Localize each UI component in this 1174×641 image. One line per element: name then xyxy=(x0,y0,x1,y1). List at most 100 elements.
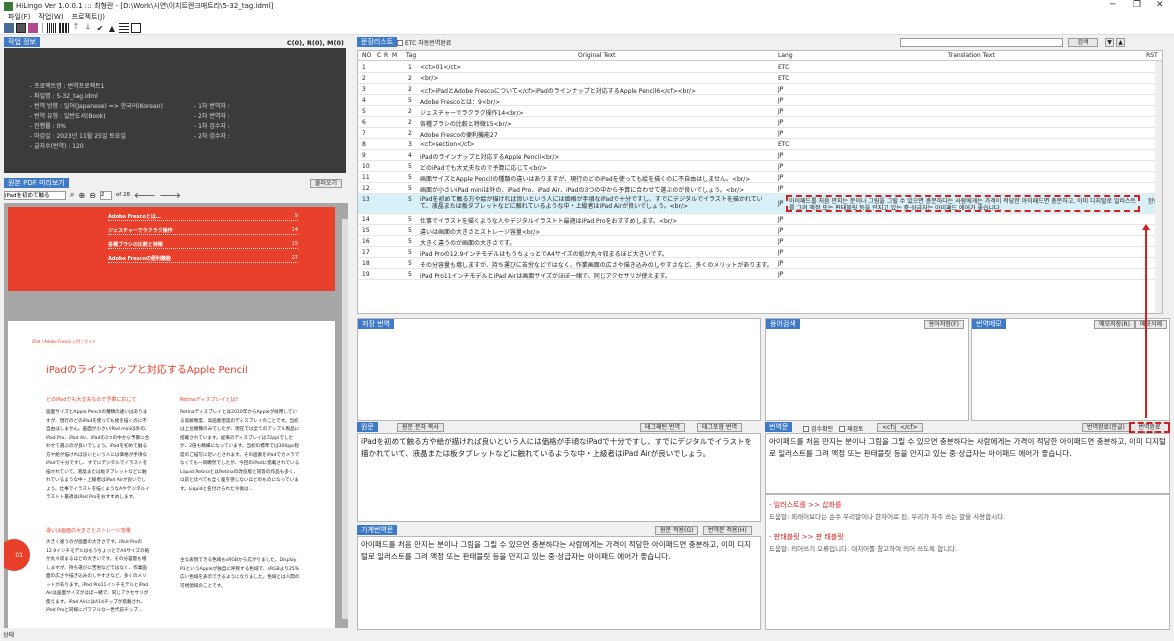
window-title: HiLingo Ver 1.0.0.1 ::: 최형란 - [D:\Work\시… xyxy=(16,2,274,10)
table-row[interactable]: 15 5 違いは画面の大きさとストレージ容量<br/> JP xyxy=(358,225,1162,236)
table-row[interactable]: 3 2 <cf>iPadとAdobe Frescoについて</cf>iPadのライン… xyxy=(358,84,1162,95)
cell-no: 4 xyxy=(362,97,366,104)
next-page-icon[interactable]: 🡒 xyxy=(159,190,180,200)
translator-2: - 2차 번역자 : xyxy=(194,113,230,120)
reviewer-2: - 2차 검수자 : xyxy=(194,133,230,140)
table-row[interactable]: 16 5 大きく違うのが画面の大きさです。 JP xyxy=(358,236,1162,247)
status-bar: 상태 xyxy=(0,631,1174,641)
mt-panel: 기계번역문 원문 적용(G) 번역문 적용(H) 아이패드를 처음 만지는 분이… xyxy=(357,525,761,630)
table-row[interactable]: 11 5 画面サイズとApple Pencilの種類の違いはありますが、現行のどのi… xyxy=(358,172,1162,183)
table-row[interactable]: 8 3 <cf>section</cf> ETC xyxy=(358,139,1162,150)
term-search-title: 용어검색 xyxy=(766,319,800,329)
pdf-search-input[interactable] xyxy=(4,190,66,200)
prev-page-icon[interactable]: 🡐 xyxy=(134,190,155,200)
tag-pattern-button[interactable]: 태그패턴 번역 xyxy=(640,423,686,432)
cell-tag: 4 xyxy=(408,152,412,159)
table-row[interactable]: 1 1 <ct>01</ct> ETC xyxy=(358,62,1162,73)
apply-source-button[interactable]: 원문 적용(G) xyxy=(655,526,699,535)
table-row[interactable]: 19 5 iPad Pro11インチモデルとiPad Airは画面サイズがほぼ一緒で… xyxy=(358,269,1162,280)
document-icon[interactable] xyxy=(131,23,141,33)
term-save-button[interactable]: 용어저장(F) xyxy=(923,320,964,329)
cell-orig: ジェスチャーでラクラク操作14<br/> xyxy=(420,110,524,117)
cell-orig: <ct>01</ct> xyxy=(420,64,462,71)
cell-lang: JP xyxy=(778,119,784,126)
barcode-icon[interactable] xyxy=(59,23,69,33)
status-counts: C(0), R(0), M(0) xyxy=(286,39,344,47)
table-row[interactable]: 17 5 iPad Proの12.9インチモデルはもうちょっとでA4サイズの紙が丸々… xyxy=(358,247,1162,258)
pdf-viewer[interactable]: Adobe Frescoとは… 9 ジェスチャーでラクラク操作 14 各種ブラシの比… xyxy=(4,203,348,628)
mt-text[interactable]: 아이패드를 처음 만지는 분이나 그림을 그릴 수 있으면 충분하다는 사람에게… xyxy=(357,536,761,630)
table-row[interactable]: 6 2 各種ブラシの比較と特徴15<br/> JP xyxy=(358,117,1162,128)
cell-orig: <br/> xyxy=(420,75,439,82)
translation-text[interactable]: 아이패드를 처음 만지는 분이나 그림을 그릴 수 있으면 충분하다는 사람에게… xyxy=(765,433,1170,494)
translator-1: - 1차 번역자 : xyxy=(194,103,230,110)
segment-search-input[interactable] xyxy=(900,38,1063,47)
pdf-right-paragraph: Retinaディスプレイとは2010年からAppleが採用している高解像度、高画… xyxy=(180,410,300,492)
pink-square-icon[interactable] xyxy=(28,23,38,33)
etc-auto-checkbox[interactable]: ETC 자동번역완료 xyxy=(397,38,451,47)
segment-list-title: 문장리스트 xyxy=(357,37,398,47)
warning-icon[interactable]: ▲ xyxy=(107,23,117,33)
pdf-page-badge: 01 xyxy=(4,539,30,571)
minimize-button[interactable]: ─ xyxy=(1110,0,1115,10)
up-arrow-icon[interactable]: ▲ xyxy=(1116,38,1125,47)
cell-no: 13 xyxy=(362,196,370,203)
cell-no: 16 xyxy=(362,238,370,245)
menu-file[interactable]: 파일(F) xyxy=(8,12,30,22)
table-row[interactable]: 10 5 どのiPadでも大丈夫なので予算に応じて<br/> JP xyxy=(358,161,1162,172)
segment-search-button[interactable]: 검색 xyxy=(1068,38,1098,47)
maximize-button[interactable]: ❐ xyxy=(1133,0,1141,10)
zoom-out-icon[interactable]: ⊖ xyxy=(89,191,96,200)
memo-delete-button[interactable]: 메모삭제 xyxy=(1134,320,1167,329)
arrow-up-icon[interactable]: 🡑 xyxy=(71,22,81,33)
table-row[interactable]: 2 2 <br/> ETC xyxy=(358,73,1162,84)
tag-include-button[interactable]: 태그포함 번역 xyxy=(697,423,743,432)
note-title: - 일러스트를 >> 삽화를 xyxy=(769,501,842,509)
menu-work[interactable]: 작업(W) xyxy=(38,12,63,22)
pdf-scrollbar[interactable] xyxy=(342,219,348,619)
arrow-down-icon[interactable]: 🡓 xyxy=(83,22,93,33)
table-row[interactable]: 9 4 iPadのラインナップと対応するApple Pencil<br/> JP xyxy=(358,150,1162,161)
cell-orig: Adobe Frescoとは：9<br/> xyxy=(420,99,501,106)
search-icon[interactable]: ⌕ xyxy=(70,190,74,200)
pdf-header-title: 원본 PDF 미리보기 xyxy=(4,178,69,188)
cell-orig: その分容量も増しますが、持ち運びに苦労などではなく、作業画面の広さや描き込みのし… xyxy=(420,262,772,269)
pdf-load-button[interactable]: 불러오기 xyxy=(309,179,342,188)
pdf-header: 원본 PDF 미리보기 불러오기 xyxy=(4,178,346,189)
memo-save-button[interactable]: 메모저장(R) xyxy=(1094,320,1135,329)
dark-square-icon[interactable] xyxy=(16,23,26,33)
table-row[interactable]: 5 2 ジェスチャーでラクラク操作14<br/> JP xyxy=(358,106,1162,117)
col-no: NO xyxy=(362,52,372,59)
cell-orig: 各種ブラシの比較と特徴15<br/> xyxy=(420,121,512,128)
source-text[interactable]: iPadを初めて触る方や絵が描ければ良いという人には価格が手頃なiPadで十分で… xyxy=(357,433,761,522)
pdf-left-subheading: どのiPadでも大丈夫なので予算に応じて xyxy=(46,397,137,403)
table-row[interactable]: 14 5 仕事でイラストを描くような人やデジタルイラストト最適はiPad Proをお… xyxy=(358,214,1162,225)
review-checkbox[interactable]: 검수확인 xyxy=(803,424,833,433)
check-icon[interactable]: ✔ xyxy=(95,23,105,33)
barcode-icon[interactable] xyxy=(47,23,57,33)
down-arrow-icon[interactable]: ▼ xyxy=(1105,38,1114,47)
pdf-page-title: iPadのラインナップと対応するApple Pencil xyxy=(46,365,248,376)
table-row[interactable]: 7 2 Adobe Frescoの便利機能27 JP xyxy=(358,128,1162,139)
source-panel: 원문 원문 문자 복사 태그패턴 번역 태그포함 번역 iPadを初めて触る方や… xyxy=(357,422,761,522)
list-icon[interactable] xyxy=(119,23,129,33)
tag-close-button[interactable]: </cf> xyxy=(895,423,923,432)
pdf-page-input[interactable] xyxy=(99,190,112,200)
table-row[interactable]: 13 5 iPadを初めて触る方や絵が描ければ良いという人には価格が手頃なiPadで… xyxy=(358,194,1162,214)
apply-mt-button[interactable]: 번역문 적용(H) xyxy=(703,526,752,535)
table-row[interactable]: 18 5 その分容量も増しますが、持ち運びに苦労などではなく、作業画面の広さや描き込… xyxy=(358,258,1162,269)
copy-source-button[interactable]: 원문 문자 복사 xyxy=(397,423,444,432)
table-row[interactable]: 12 5 画面が小さいiPad miniは外の、iPad Pro、iPad Air、… xyxy=(358,183,1162,194)
complete-en-button[interactable]: 번역완료(en) xyxy=(1129,422,1170,438)
table-scrollbar[interactable] xyxy=(1155,61,1162,313)
cell-lang: JP xyxy=(778,86,784,93)
cell-orig: <cf>section</cf> xyxy=(420,141,475,148)
zoom-in-icon[interactable]: ⊕ xyxy=(78,191,85,200)
reject-checkbox[interactable]: 재검토 xyxy=(839,424,864,433)
table-row[interactable]: 4 5 Adobe Frescoとは：9<br/> JP xyxy=(358,95,1162,106)
cell-lang: JP xyxy=(778,216,784,223)
close-button[interactable]: ✕ xyxy=(1156,0,1164,10)
cell-no: 18 xyxy=(362,260,370,267)
floppy-icon[interactable] xyxy=(4,23,14,33)
complete-ko-button[interactable]: 번역완료(한글) xyxy=(1082,423,1130,432)
